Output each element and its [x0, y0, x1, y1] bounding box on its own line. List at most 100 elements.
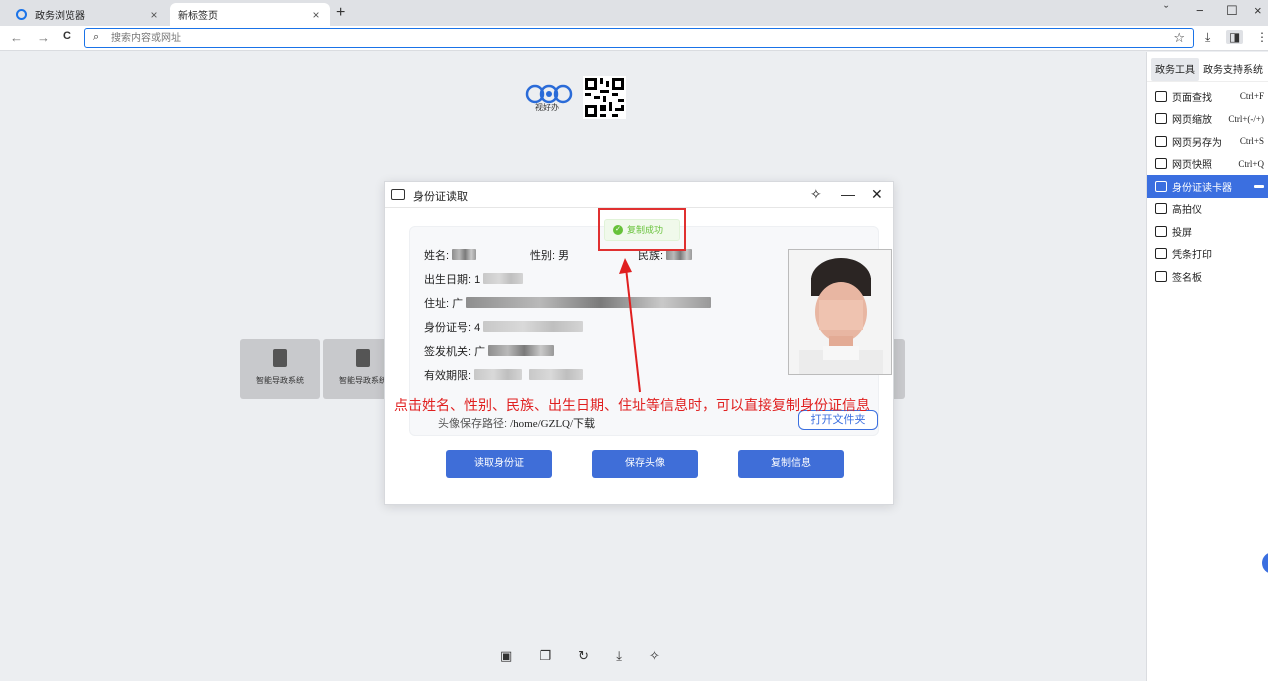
search-icon: ⌕: [93, 31, 100, 43]
tab-close-icon[interactable]: ×: [148, 8, 160, 22]
gender-label: 性别:: [530, 250, 556, 262]
new-tab-button[interactable]: +: [336, 4, 345, 22]
browser-tab-active[interactable]: 新标签页 ×: [170, 3, 330, 26]
page-find-icon: [1155, 90, 1167, 102]
sidebar-item-label: 身份证读卡器: [1172, 182, 1232, 194]
calendar-icon[interactable]: ▣: [500, 648, 512, 664]
sidebar-item-label: 网页缩放: [1172, 115, 1212, 127]
sidebar-item-snapshot[interactable]: 网页快照 Ctrl+Q: [1147, 153, 1268, 176]
gender-value: 男: [558, 250, 570, 262]
history-icon[interactable]: ↻: [578, 648, 589, 664]
app-tile[interactable]: 智能导政系统: [240, 339, 320, 399]
authority-field[interactable]: 签发机关: 广: [424, 343, 555, 359]
close-window-button[interactable]: ×: [1254, 3, 1262, 18]
minimize-dialog-button[interactable]: —: [841, 186, 855, 202]
tab-title: 政务浏览器: [35, 11, 85, 22]
reload-icon[interactable]: C: [63, 30, 71, 42]
copy-icon[interactable]: ❐: [539, 648, 551, 664]
printer-icon: [1155, 248, 1167, 260]
sidebar-item-label: 网页快照: [1172, 160, 1212, 172]
maximize-button[interactable]: ☐: [1226, 3, 1238, 19]
download-icon[interactable]: ⤓: [1205, 30, 1210, 45]
save-path-value: /home/GZLQ/下载: [510, 418, 596, 430]
forward-icon[interactable]: →: [37, 30, 50, 45]
logo-text: 视好办: [535, 103, 559, 112]
shortcut-hint: Ctrl+S: [1239, 136, 1264, 147]
dialog-header: 身份证读取 ✧ — ✕: [385, 182, 893, 208]
document-icon: [356, 349, 370, 367]
id-card-icon: [1155, 180, 1167, 192]
id-card-icon: [391, 189, 405, 200]
address-bar[interactable]: ⌕ ☆: [84, 28, 1194, 48]
extension-icon[interactable]: ✧: [649, 648, 660, 664]
address-value: 广: [452, 298, 464, 310]
address-value-redacted: [466, 297, 712, 308]
address-input[interactable]: [111, 31, 1151, 45]
annotation-arrow: [619, 258, 641, 393]
minimize-button[interactable]: −: [1196, 3, 1204, 18]
sidebar-tabs: 政务工具 政务支持系统: [1147, 52, 1268, 82]
save-path-label: 头像保存路径:: [438, 418, 508, 430]
pin-icon[interactable]: ✧: [810, 186, 822, 203]
tab-title: 新标签页: [178, 11, 218, 22]
tab-gov-support[interactable]: 政务支持系统: [1199, 58, 1267, 81]
validity-start-redacted: [474, 369, 523, 380]
name-field[interactable]: 姓名:: [424, 247, 477, 263]
toast-text: 复制成功: [627, 225, 664, 235]
birth-label: 出生日期:: [424, 274, 472, 286]
sidebar-item-label: 签名板: [1172, 272, 1202, 284]
zoom-icon: [1155, 113, 1167, 125]
sidebar-item-label: 网页另存为: [1172, 137, 1222, 149]
sidebar-menu: 页面查找 Ctrl+F 网页缩放 Ctrl+(-/+) 网页另存为 Ctrl+S…: [1147, 82, 1268, 288]
sidebar-toggle-icon[interactable]: ◨: [1226, 30, 1244, 44]
bookmark-star-icon[interactable]: ☆: [1173, 30, 1185, 46]
close-dialog-button[interactable]: ✕: [871, 186, 883, 203]
authority-label: 签发机关:: [424, 346, 472, 358]
sidebar-item-label: 投屏: [1172, 227, 1192, 239]
back-icon[interactable]: ←: [10, 30, 23, 45]
validity-field[interactable]: 有效期限:: [424, 367, 584, 383]
authority-value: 广: [474, 346, 486, 358]
sidebar-item-document-camera[interactable]: 高拍仪: [1147, 198, 1268, 221]
floating-assistant-handle[interactable]: [1262, 552, 1268, 574]
id-number-field[interactable]: 身份证号: 4: [424, 319, 584, 335]
gov-tools-sidebar: 政务工具 政务支持系统 页面查找 Ctrl+F 网页缩放 Ctrl+(-/+) …: [1146, 52, 1268, 681]
tab-close-icon[interactable]: ×: [310, 8, 322, 22]
address-label: 住址:: [424, 298, 450, 310]
cast-icon: [1155, 225, 1167, 237]
save-as-icon: [1155, 135, 1167, 147]
avatar-save-path: 头像保存路径: /home/GZLQ/下载: [438, 415, 595, 431]
birth-field[interactable]: 出生日期: 1: [424, 271, 524, 287]
sidebar-item-signature-pad[interactable]: 签名板: [1147, 265, 1268, 288]
sidebar-item-id-card-reader[interactable]: 身份证读卡器: [1147, 175, 1268, 198]
qr-code: [583, 76, 626, 119]
browser-toolbar: ← → C ⌕ ☆ ⤓ ◨ ⋮: [0, 26, 1268, 51]
dialog-title: 身份证读取: [413, 191, 468, 203]
browser-tab[interactable]: 政务浏览器 ×: [8, 3, 168, 26]
sidebar-item-label: 页面查找: [1172, 92, 1212, 104]
sidebar-item-zoom[interactable]: 网页缩放 Ctrl+(-/+): [1147, 108, 1268, 131]
sidebar-item-receipt-print[interactable]: 凭条打印: [1147, 243, 1268, 266]
sidebar-item-save-as[interactable]: 网页另存为 Ctrl+S: [1147, 130, 1268, 153]
save-avatar-button[interactable]: 保存头像: [592, 450, 698, 478]
success-check-icon: ✓: [613, 225, 623, 235]
copy-info-button[interactable]: 复制信息: [738, 450, 844, 478]
gender-field[interactable]: 性别: 男: [530, 247, 569, 263]
camera-icon: [1155, 203, 1167, 215]
download-icon[interactable]: ⤓: [616, 648, 622, 664]
sidebar-item-screen-cast[interactable]: 投屏: [1147, 220, 1268, 243]
id-number-label: 身份证号:: [424, 322, 472, 334]
tab-gov-tools[interactable]: 政务工具: [1151, 58, 1199, 81]
app-tile-label: 智能导政系统: [256, 376, 304, 385]
shortcut-hint: Ctrl+Q: [1238, 158, 1264, 169]
browser-favicon-icon: [16, 9, 27, 20]
address-field[interactable]: 住址: 广: [424, 295, 712, 311]
read-id-card-button[interactable]: 读取身份证: [446, 450, 552, 478]
shortcut-hint: Ctrl+(-/+): [1228, 113, 1264, 124]
tab-search-icon[interactable]: ˇ: [1164, 3, 1168, 18]
birth-value: 1: [474, 274, 481, 286]
menu-icon[interactable]: ⋮: [1256, 30, 1268, 44]
id-photo: [788, 249, 892, 375]
sidebar-item-page-find[interactable]: 页面查找 Ctrl+F: [1147, 85, 1268, 108]
annotation-text: 点击姓名、性别、民族、出生日期、住址等信息时，可以直接复制身份证信息: [394, 397, 870, 413]
